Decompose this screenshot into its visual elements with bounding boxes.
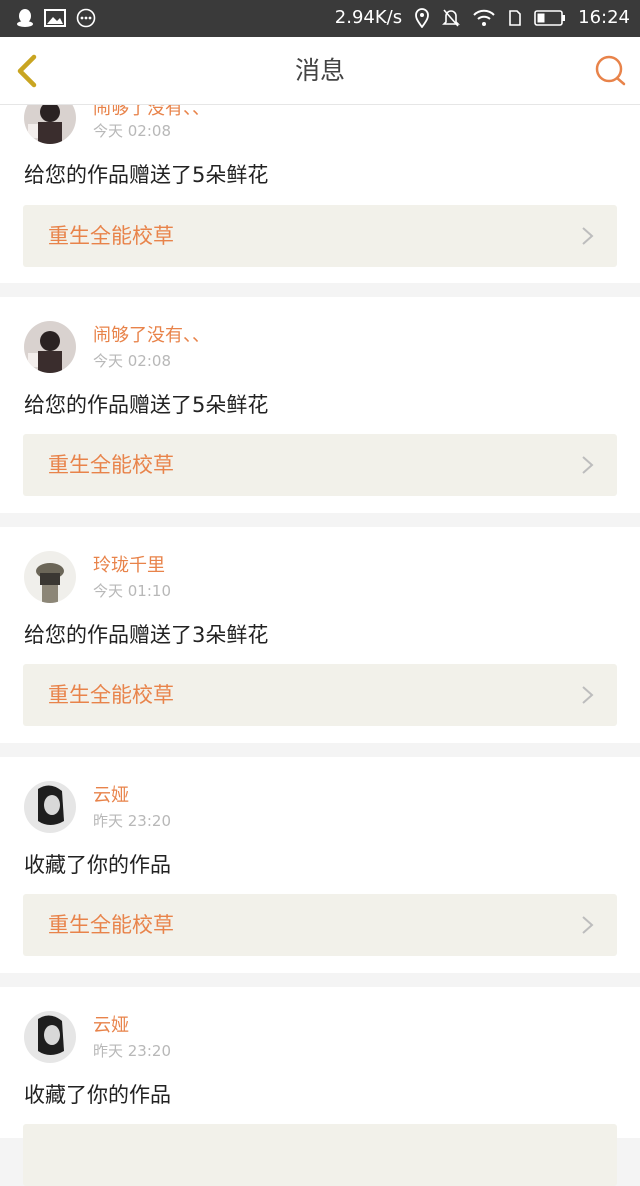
message-text: 给您的作品赠送了5朵鲜花 <box>24 163 269 187</box>
battery-icon <box>534 10 566 26</box>
avatar[interactable] <box>24 781 76 833</box>
avatar[interactable] <box>24 1011 76 1063</box>
work-title: 重生全能校草 <box>48 913 174 937</box>
work-link[interactable]: 重生全能校草 <box>23 434 617 496</box>
sender-name[interactable]: 闹够了没有、、 <box>93 324 210 348</box>
message-time: 今天 01:10 <box>93 582 171 600</box>
sender-name[interactable]: 云娅 <box>93 784 129 808</box>
mute-icon <box>442 8 461 28</box>
sim-icon <box>508 9 522 27</box>
work-title: 重生全能校草 <box>48 224 174 248</box>
clock: 16:24 <box>578 7 630 28</box>
message-card: 闹够了没有、、 今天 02:08 给您的作品赠送了5朵鲜花 重生全能校草 <box>0 297 640 513</box>
image-icon <box>44 9 66 27</box>
location-icon <box>414 8 430 28</box>
avatar[interactable] <box>24 321 76 373</box>
message-time: 今天 02:08 <box>93 352 171 370</box>
search-button[interactable] <box>594 53 628 87</box>
message-feed[interactable]: 闹够了没有、、 今天 02:08 给您的作品赠送了5朵鲜花 重生全能校草 闹够了… <box>0 0 640 1186</box>
message-card: 云娅 昨天 23:20 收藏了你的作品 <box>0 987 640 1186</box>
message-card: 闹够了没有、、 今天 02:08 给您的作品赠送了5朵鲜花 重生全能校草 <box>0 80 640 283</box>
work-title: 重生全能校草 <box>48 683 174 707</box>
work-title: 重生全能校草 <box>48 453 174 477</box>
chevron-right-icon <box>582 456 594 474</box>
message-text: 给您的作品赠送了5朵鲜花 <box>24 393 269 417</box>
network-speed: 2.94K/s <box>334 7 403 28</box>
chevron-right-icon <box>582 227 594 245</box>
top-navigation-bar: 消息 <box>0 37 640 105</box>
message-text: 收藏了你的作品 <box>24 853 171 877</box>
work-link[interactable]: 重生全能校草 <box>23 894 617 956</box>
status-bar: 2.94K/s 16:24 <box>0 0 640 37</box>
message-time: 昨天 23:20 <box>93 1042 171 1060</box>
chevron-right-icon <box>582 686 594 704</box>
sender-name[interactable]: 玲珑千里 <box>93 554 165 578</box>
page-title: 消息 <box>294 56 345 85</box>
message-text: 收藏了你的作品 <box>24 1083 171 1107</box>
message-card: 云娅 昨天 23:20 收藏了你的作品 重生全能校草 <box>0 757 640 973</box>
wifi-icon <box>472 9 496 27</box>
qq-icon <box>16 8 34 28</box>
chevron-right-icon <box>582 916 594 934</box>
message-text: 给您的作品赠送了3朵鲜花 <box>24 623 269 647</box>
message-card: 玲珑千里 今天 01:10 给您的作品赠送了3朵鲜花 重生全能校草 <box>0 527 640 743</box>
sender-name[interactable]: 云娅 <box>93 1014 129 1038</box>
work-link[interactable]: 重生全能校草 <box>23 664 617 726</box>
avatar[interactable] <box>24 551 76 603</box>
more-icon <box>76 8 96 28</box>
message-time: 今天 02:08 <box>93 122 171 140</box>
work-link[interactable] <box>23 1124 617 1186</box>
work-link[interactable]: 重生全能校草 <box>23 205 617 267</box>
message-time: 昨天 23:20 <box>93 812 171 830</box>
search-icon <box>595 55 626 86</box>
